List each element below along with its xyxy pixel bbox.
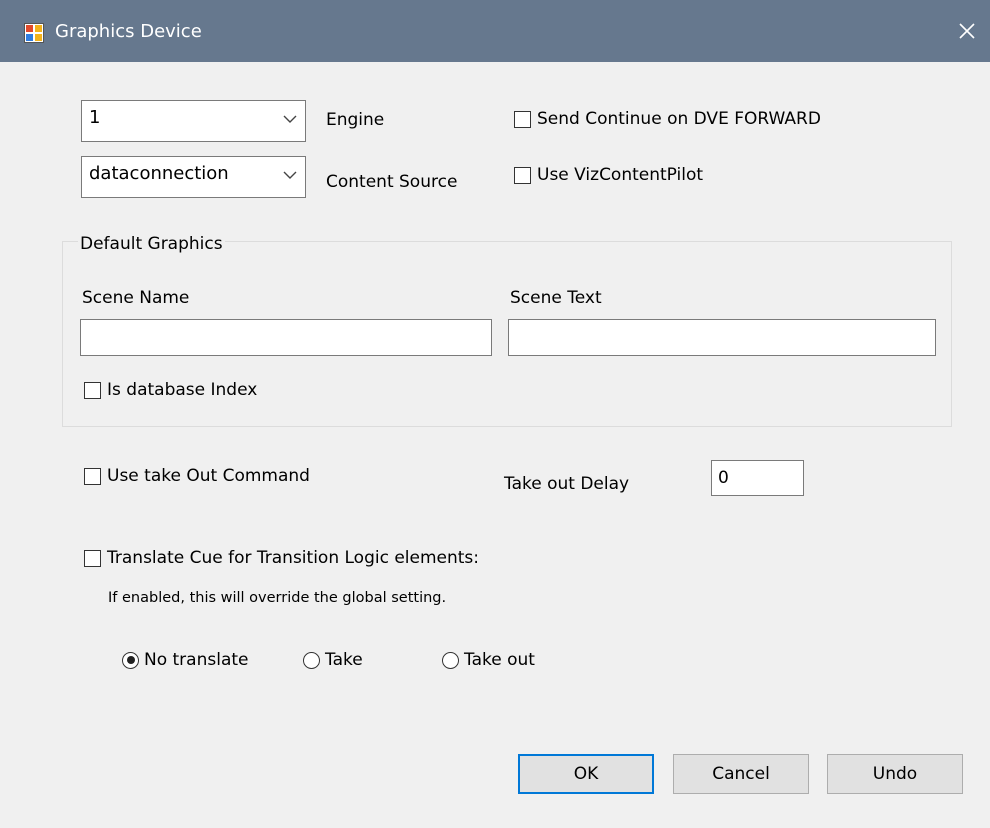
engine-value: 1 (89, 107, 101, 128)
content-source-combobox[interactable]: dataconnection (81, 156, 306, 198)
app-icon (24, 23, 44, 43)
chevron-down-icon (283, 115, 297, 123)
take-out-delay-input[interactable] (711, 460, 804, 496)
no-translate-radio[interactable]: No translate (122, 650, 249, 670)
take-out-radio[interactable]: Take out (442, 650, 535, 670)
translate-cue-checkbox[interactable]: Translate Cue for Transition Logic eleme… (84, 548, 479, 568)
send-continue-label: Send Continue on DVE FORWARD (537, 109, 821, 129)
scene-text-input[interactable] (508, 319, 936, 356)
content-source-value: dataconnection (89, 163, 229, 184)
undo-button-label: Undo (872, 764, 918, 784)
scene-name-input[interactable] (80, 319, 492, 356)
title-bar[interactable]: Graphics Device (0, 0, 990, 62)
ok-button-label: OK (573, 764, 599, 784)
translate-cue-label: Translate Cue for Transition Logic eleme… (107, 548, 480, 568)
undo-button[interactable]: Undo (827, 754, 963, 794)
checkbox-box[interactable] (84, 467, 101, 485)
checkbox-box[interactable] (514, 166, 531, 184)
is-database-index-label: Is database Index (107, 380, 258, 400)
scene-text-label: Scene Text (510, 288, 602, 308)
default-graphics-legend: Default Graphics (78, 234, 225, 254)
engine-label: Engine (326, 110, 385, 130)
checkbox-box[interactable] (514, 110, 531, 128)
use-vizcontentpilot-checkbox[interactable]: Use VizContentPilot (514, 165, 703, 185)
no-translate-label: No translate (144, 650, 249, 670)
window-title: Graphics Device (55, 21, 202, 42)
use-take-out-checkbox[interactable]: Use take Out Command (84, 466, 310, 486)
take-out-delay-label: Take out Delay (504, 474, 630, 494)
chevron-down-icon (283, 171, 297, 179)
take-label: Take (325, 650, 363, 670)
graphics-device-dialog: Graphics Device 1 Engine dataconnection … (0, 0, 990, 828)
send-continue-checkbox[interactable]: Send Continue on DVE FORWARD (514, 109, 821, 129)
close-button[interactable] (944, 0, 990, 62)
checkbox-box[interactable] (84, 381, 101, 399)
close-icon (959, 23, 975, 39)
engine-combobox[interactable]: 1 (81, 100, 306, 142)
use-take-out-label: Use take Out Command (107, 466, 310, 486)
use-vizcontentpilot-label: Use VizContentPilot (537, 165, 704, 185)
cancel-button[interactable]: Cancel (673, 754, 809, 794)
checkbox-box[interactable] (84, 549, 101, 567)
cancel-button-label: Cancel (712, 764, 770, 784)
ok-button[interactable]: OK (518, 754, 654, 794)
scene-name-label: Scene Name (82, 288, 190, 308)
is-database-index-checkbox[interactable]: Is database Index (84, 380, 257, 400)
take-out-label: Take out (464, 650, 535, 670)
content-source-label: Content Source (326, 172, 458, 192)
radio-circle[interactable] (303, 651, 320, 669)
take-radio[interactable]: Take (303, 650, 363, 670)
translate-note: If enabled, this will override the globa… (108, 590, 447, 606)
radio-circle[interactable] (442, 651, 459, 669)
radio-circle[interactable] (122, 651, 139, 669)
